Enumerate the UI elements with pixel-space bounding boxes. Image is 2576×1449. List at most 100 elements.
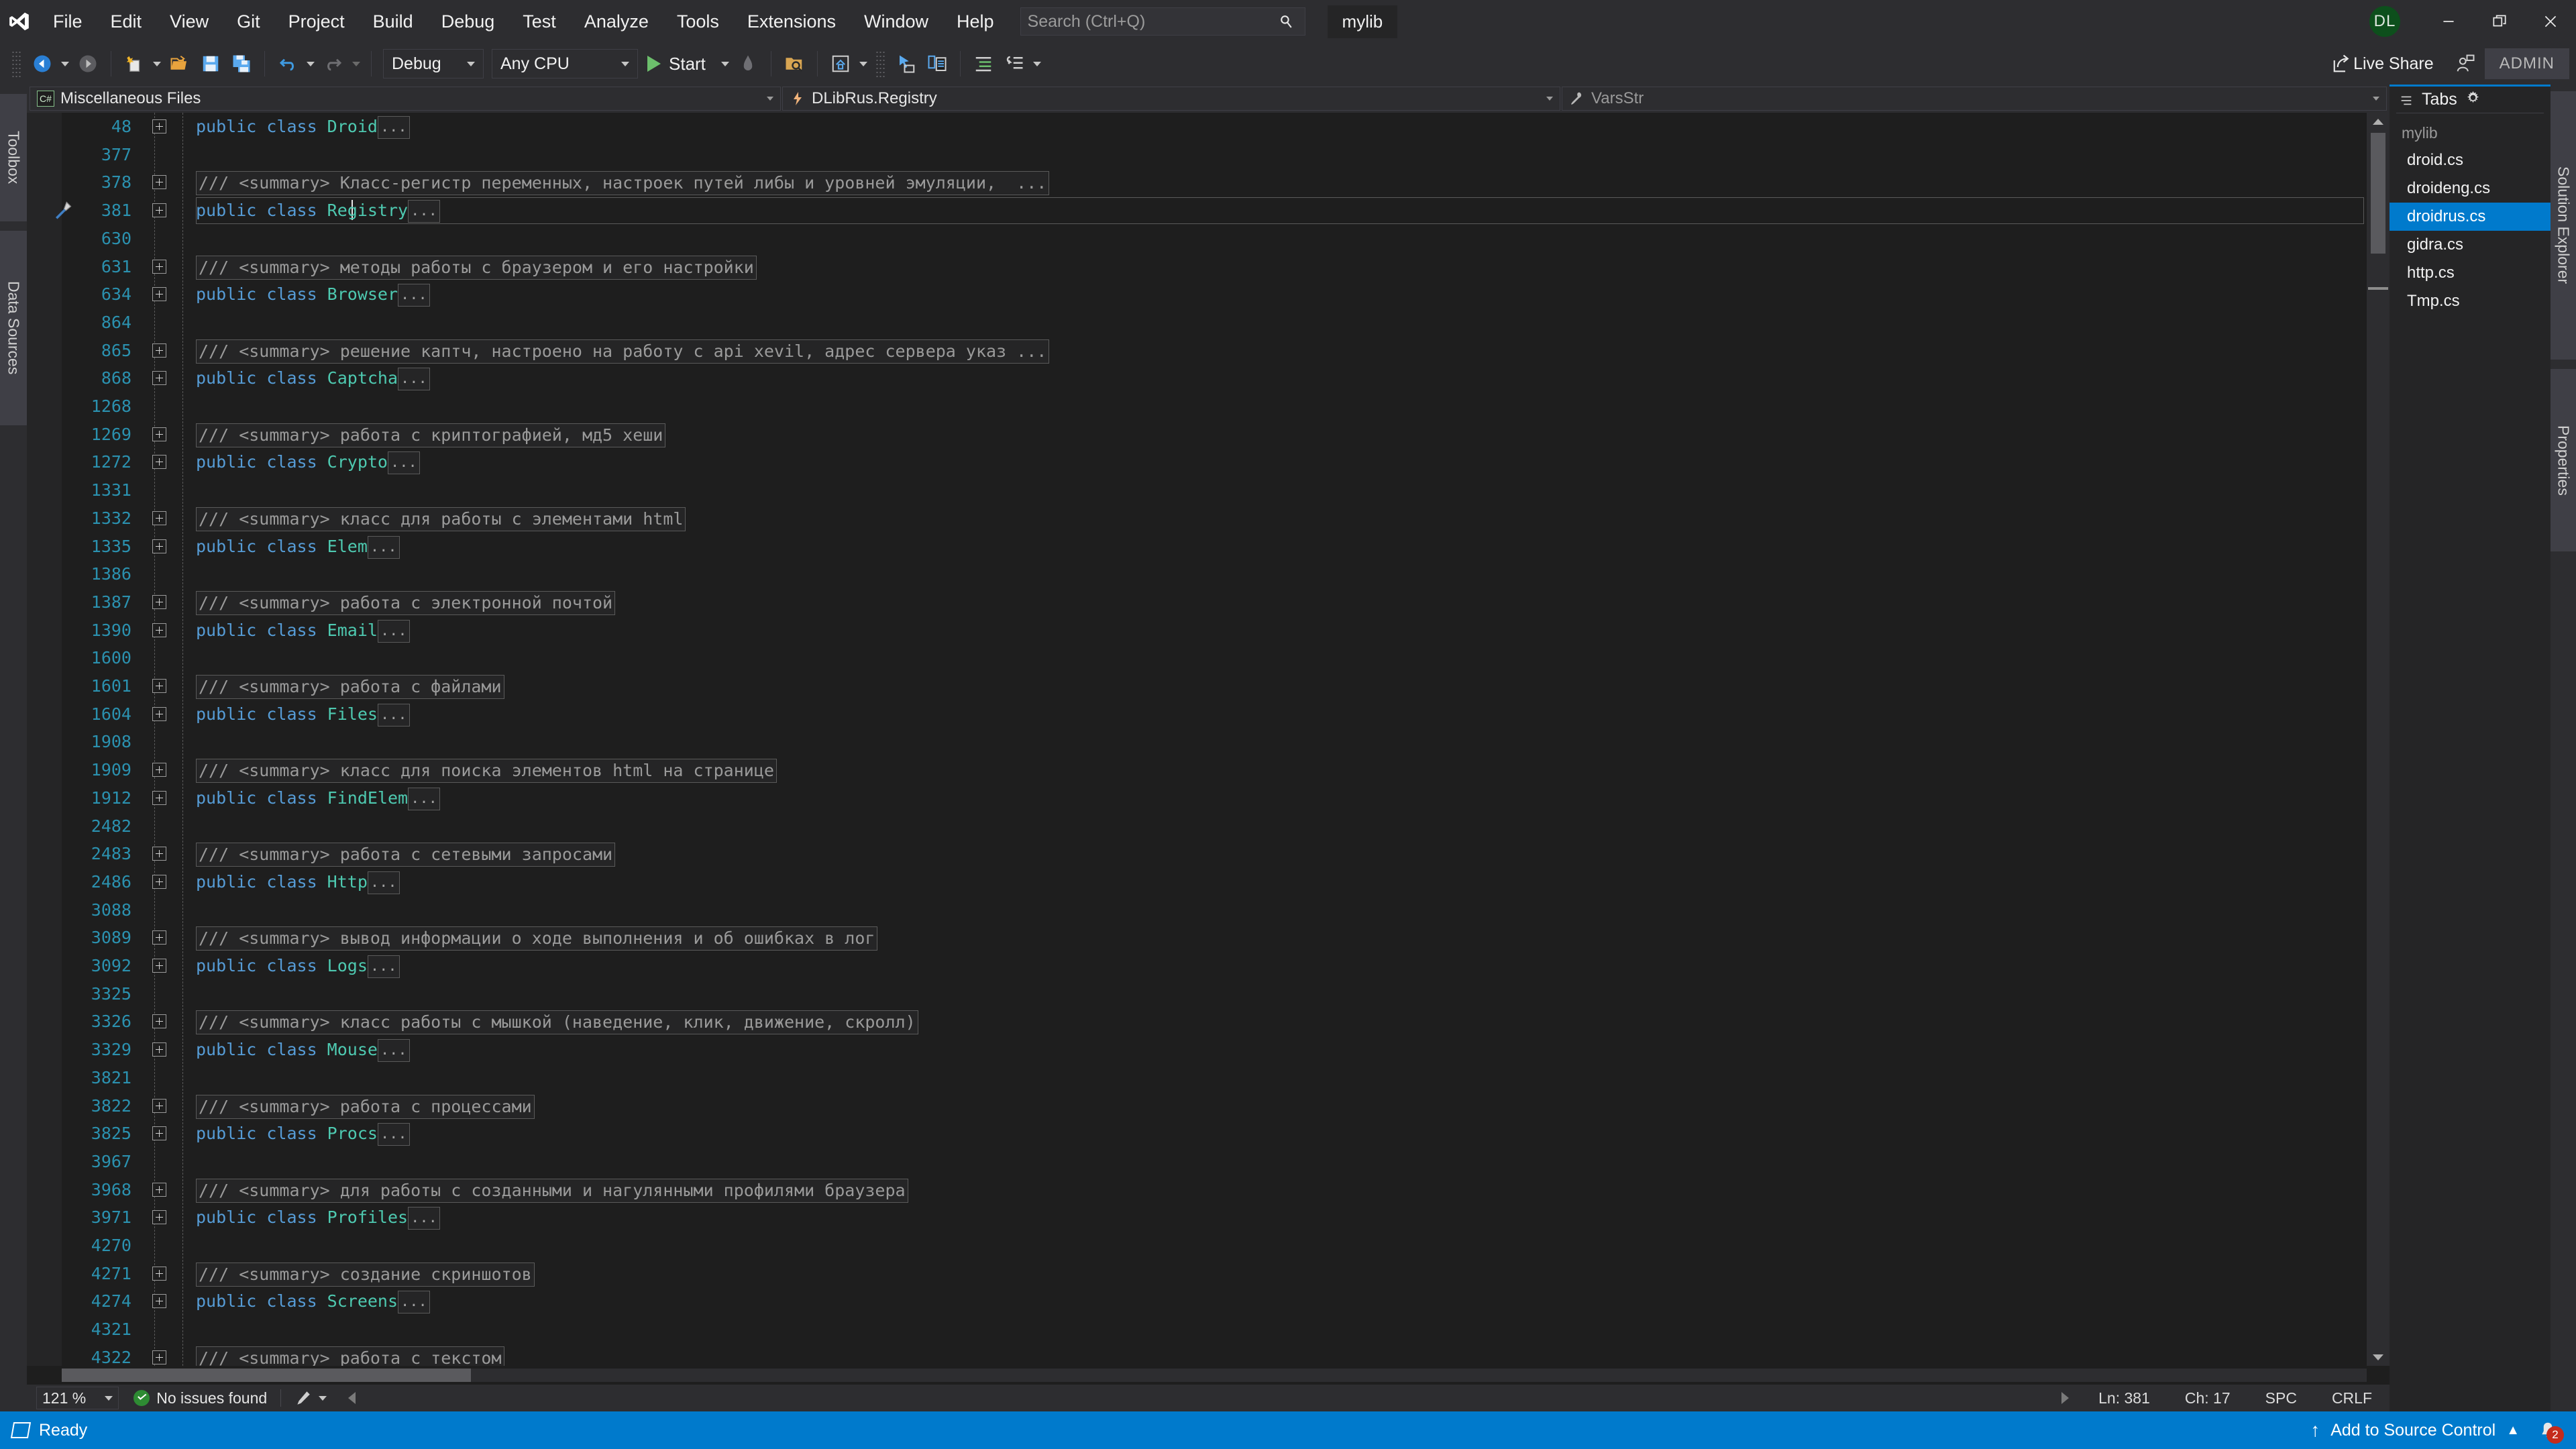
hscroll-track[interactable]: [62, 1368, 2367, 1382]
collapsed-block-ellipsis[interactable]: ...: [368, 955, 400, 978]
breakpoint-gutter[interactable]: [27, 113, 62, 1366]
outlining-expander[interactable]: [152, 791, 166, 805]
code-line[interactable]: public class Droid...: [196, 113, 2367, 141]
outlining-expander[interactable]: [152, 623, 166, 637]
outlining-expander[interactable]: [152, 930, 166, 945]
toolbar-grip[interactable]: [11, 50, 22, 77]
code-blank-line[interactable]: [196, 476, 2367, 504]
collapsed-block-ellipsis[interactable]: ...: [408, 1207, 440, 1230]
outlining-expander[interactable]: [152, 260, 166, 274]
solution-platform-combo[interactable]: Any CPU: [492, 49, 638, 78]
pointer-select-icon[interactable]: [891, 48, 922, 79]
outlining-expander[interactable]: [152, 371, 166, 385]
code-blank-line[interactable]: [196, 644, 2367, 672]
tab-file-item[interactable]: http.cs: [2390, 259, 2551, 287]
collapsed-block-ellipsis[interactable]: ...: [378, 704, 410, 727]
outlining-expander[interactable]: [152, 707, 166, 721]
menu-extensions[interactable]: Extensions: [733, 0, 850, 43]
code-line[interactable]: public class Profiles...: [196, 1203, 2367, 1232]
outlining-expander[interactable]: [152, 119, 166, 133]
redo-icon[interactable]: [318, 48, 349, 79]
menu-debug[interactable]: Debug: [427, 0, 509, 43]
code-blank-line[interactable]: [196, 980, 2367, 1008]
zoom-level-combo[interactable]: 121 %: [36, 1387, 119, 1409]
tabs-file-list[interactable]: mylib droid.csdroideng.csdroidrus.csgidr…: [2390, 113, 2551, 315]
code-comment-line[interactable]: /// <summary> для работы с созданными и …: [196, 1176, 2367, 1204]
outlining-expander[interactable]: [152, 1294, 166, 1308]
collapsed-block-ellipsis[interactable]: ...: [398, 1291, 430, 1313]
pen-tool[interactable]: [294, 1389, 327, 1407]
add-to-source-control-button[interactable]: Add to Source Control: [2330, 1421, 2496, 1440]
collapsed-block-ellipsis[interactable]: ...: [378, 1039, 410, 1062]
save-all-icon[interactable]: [226, 48, 257, 79]
tab-file-item[interactable]: gidra.cs: [2390, 231, 2551, 259]
outlining-expander[interactable]: [152, 287, 166, 301]
format-indent-icon[interactable]: [968, 48, 999, 79]
menu-tools[interactable]: Tools: [663, 0, 733, 43]
outlining-expander[interactable]: [152, 427, 166, 441]
code-comment-line[interactable]: /// <summary> работа с текстом: [196, 1344, 2367, 1366]
menu-view[interactable]: View: [156, 0, 223, 43]
sidebar-tab-properties[interactable]: Properties: [2551, 369, 2576, 551]
collapsed-summary-region[interactable]: /// <summary> методы работы с браузером …: [196, 256, 757, 280]
collapsed-block-ellipsis[interactable]: ...: [398, 284, 430, 307]
live-share-button[interactable]: Live Share: [2326, 48, 2446, 79]
code-line[interactable]: public class Browser...: [196, 280, 2367, 309]
collapsed-block-ellipsis[interactable]: ...: [378, 116, 410, 139]
code-blank-line[interactable]: [196, 1316, 2367, 1344]
toolbar-grip[interactable]: [875, 50, 886, 77]
open-file-icon[interactable]: [164, 48, 195, 79]
collapsed-summary-region[interactable]: /// <summary> создание скриншотов: [196, 1263, 535, 1287]
menu-test[interactable]: Test: [508, 0, 570, 43]
undo-icon[interactable]: [272, 48, 303, 79]
code-comment-line[interactable]: /// <summary> класс для работы с элемент…: [196, 504, 2367, 533]
code-comment-line[interactable]: /// <summary> создание скриншотов: [196, 1260, 2367, 1288]
sidebar-tab-data-sources[interactable]: Data Sources: [0, 231, 27, 425]
collapsed-summary-region[interactable]: /// <summary> Класс-регистр переменных, …: [196, 171, 1049, 195]
code-line[interactable]: public class Mouse...: [196, 1036, 2367, 1064]
editor-vertical-scrollbar[interactable]: [2367, 113, 2390, 1366]
code-blank-line[interactable]: [196, 728, 2367, 756]
collapsed-block-ellipsis[interactable]: ...: [408, 200, 440, 223]
collapsed-summary-region[interactable]: /// <summary> класс для работы с элемент…: [196, 507, 686, 531]
code-line[interactable]: public class Elem...: [196, 533, 2367, 561]
code-comment-line[interactable]: /// <summary> работа с файлами: [196, 672, 2367, 700]
panel-pin-icon[interactable]: [2399, 93, 2414, 107]
collapsed-block-ellipsis[interactable]: ...: [368, 536, 400, 559]
solution-configuration-combo[interactable]: Debug: [383, 49, 484, 78]
code-blank-line[interactable]: [196, 1064, 2367, 1092]
undo-dropdown[interactable]: [303, 48, 318, 79]
scrollbar-thumb[interactable]: [2371, 133, 2385, 254]
save-icon[interactable]: [195, 48, 226, 79]
collapsed-block-ellipsis[interactable]: ...: [408, 788, 440, 810]
collapsed-summary-region[interactable]: /// <summary> решение каптч, настроено н…: [196, 339, 1049, 364]
sidebar-tab-toolbox[interactable]: Toolbox: [0, 94, 27, 221]
outlining-expander[interactable]: [152, 511, 166, 525]
collapsed-summary-region[interactable]: /// <summary> работа с криптографией, мд…: [196, 423, 665, 447]
collapsed-summary-region[interactable]: /// <summary> работа с процессами: [196, 1095, 535, 1119]
code-comment-line[interactable]: /// <summary> методы работы с браузером …: [196, 253, 2367, 281]
outlining-expander[interactable]: [152, 203, 166, 217]
restore-icon[interactable]: [2474, 0, 2525, 43]
home-icon[interactable]: [825, 48, 856, 79]
code-blank-line[interactable]: [196, 225, 2367, 253]
code-comment-line[interactable]: /// <summary> вывод информации о ходе вы…: [196, 924, 2367, 952]
code-blank-line[interactable]: [196, 896, 2367, 924]
code-text-area[interactable]: public class Droid... /// <summary> Класс…: [196, 113, 2367, 1366]
new-item-dropdown[interactable]: [150, 48, 164, 79]
undo-list-icon[interactable]: [999, 48, 1030, 79]
outlining-expander[interactable]: [152, 539, 166, 553]
navigate-back-dropdown[interactable]: [58, 48, 72, 79]
compare-files-icon[interactable]: [922, 48, 953, 79]
close-icon[interactable]: [2525, 0, 2576, 43]
expand-right-icon[interactable]: [2061, 1392, 2069, 1404]
navigate-back-icon[interactable]: [27, 48, 58, 79]
code-line[interactable]: public class Screens...: [196, 1287, 2367, 1316]
outlining-expander[interactable]: [152, 1183, 166, 1197]
outlining-expander[interactable]: [152, 875, 166, 889]
search-solution-icon[interactable]: [779, 48, 810, 79]
code-comment-line[interactable]: /// <summary> решение каптч, настроено н…: [196, 337, 2367, 365]
new-item-icon[interactable]: [119, 48, 150, 79]
code-blank-line[interactable]: [196, 392, 2367, 421]
code-line[interactable]: public class FindElem...: [196, 784, 2367, 812]
